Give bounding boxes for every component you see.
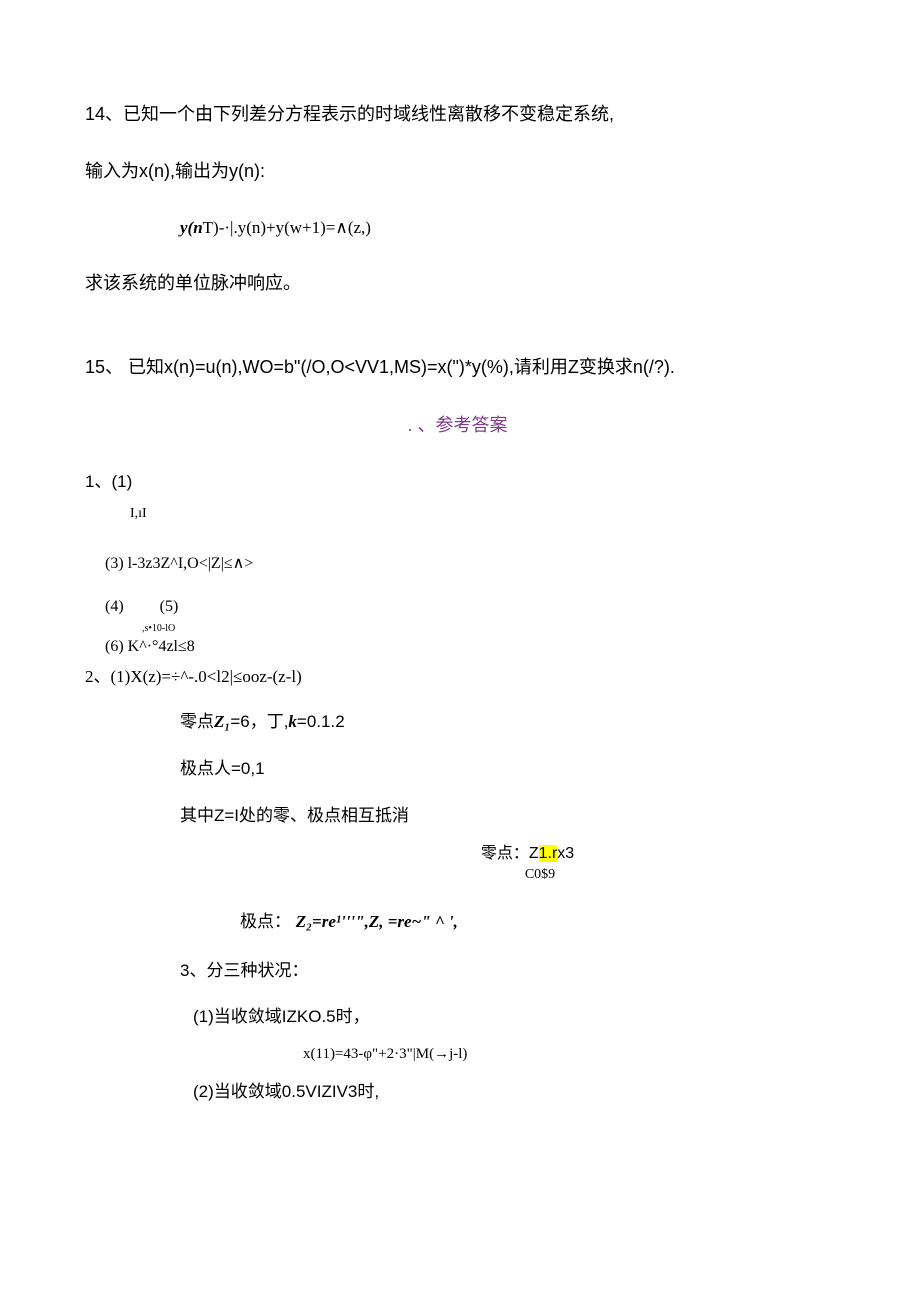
formula-yn: y(n <box>180 218 203 237</box>
cos-9-text: C0$9 <box>250 864 830 886</box>
k-symbol: k <box>288 712 297 731</box>
z1-symbol: Z₁ <box>214 712 230 731</box>
answer-1-item-6: (6) K^·°4zl≤8 <box>105 634 830 660</box>
zero-mid: =6，丁, <box>230 712 288 731</box>
answer-section-title: . 、参考答案 <box>85 411 830 440</box>
answer-1-sub: I,ıI <box>130 503 830 525</box>
formula-rest: T)-·|.y(n)+y(w+1)=∧(z,) <box>203 218 371 237</box>
zero-suf: =0.1.2 <box>297 712 345 731</box>
zero-label: 零点 <box>180 712 214 731</box>
answer-2-pole-point: 极点人=0,1 <box>180 755 830 782</box>
question-14-line-2: 输入为x(n),输出为y(n): <box>85 157 830 186</box>
answer-1-item-3: (3) l-3z3Z^I,O<|Z|≤∧> <box>105 551 830 577</box>
answer-2-zero-point: 零点Z₁=6，丁,k=0.1.2 <box>180 708 830 735</box>
answer-2-cancel-note: 其中Z=I处的零、极点相互抵消 <box>180 802 830 829</box>
question-14-line-1: 14、已知一个由下列差分方程表示的时域线性离散移不变稳定系统, <box>85 100 830 129</box>
answer-3-case-2: (2)当收敛域0.5VIZIV3时, <box>193 1078 830 1105</box>
highlighted-text: 1.r <box>539 845 558 862</box>
pole-2-math: Z₂=re¹'''",Z, =re~" ^ ', <box>296 912 458 931</box>
zero-detail-pre: 零点：Z <box>481 845 539 862</box>
answer-1-item-4: (4) <box>105 598 124 615</box>
answer-3-case-1: (1)当收敛域IZKO.5时， <box>193 1003 830 1030</box>
answer-1-item-4-5: (4) (5) <box>105 594 830 620</box>
question-14-formula: y(nT)-·|.y(n)+y(w+1)=∧(z,) <box>180 214 830 241</box>
pole-2-label: 极点： <box>240 912 291 931</box>
answer-3-formula-1: x(11)=43-φ"+2·3"|M(→j-l) <box>303 1042 830 1066</box>
answer-1-item-5: (5) <box>160 598 179 615</box>
zero-detail-suf: x3 <box>557 845 574 862</box>
answer-1-header: 1、(1) <box>85 468 830 495</box>
answer-2-line: 2、(1)X(z)=÷^-.0<l2|≤ooz-(z-l) <box>85 663 830 690</box>
answer-3-header: 3、分三种状况： <box>180 957 830 984</box>
answer-2-pole-2: 极点： Z₂=re¹'''",Z, =re~" ^ ', <box>240 908 830 935</box>
question-15-line: 15、 已知x(n)=u(n),WO=b"(/O,O<VV1,MS)=x(")*… <box>85 353 830 382</box>
question-14-line-3: 求该系统的单位脉冲响应。 <box>85 269 830 298</box>
